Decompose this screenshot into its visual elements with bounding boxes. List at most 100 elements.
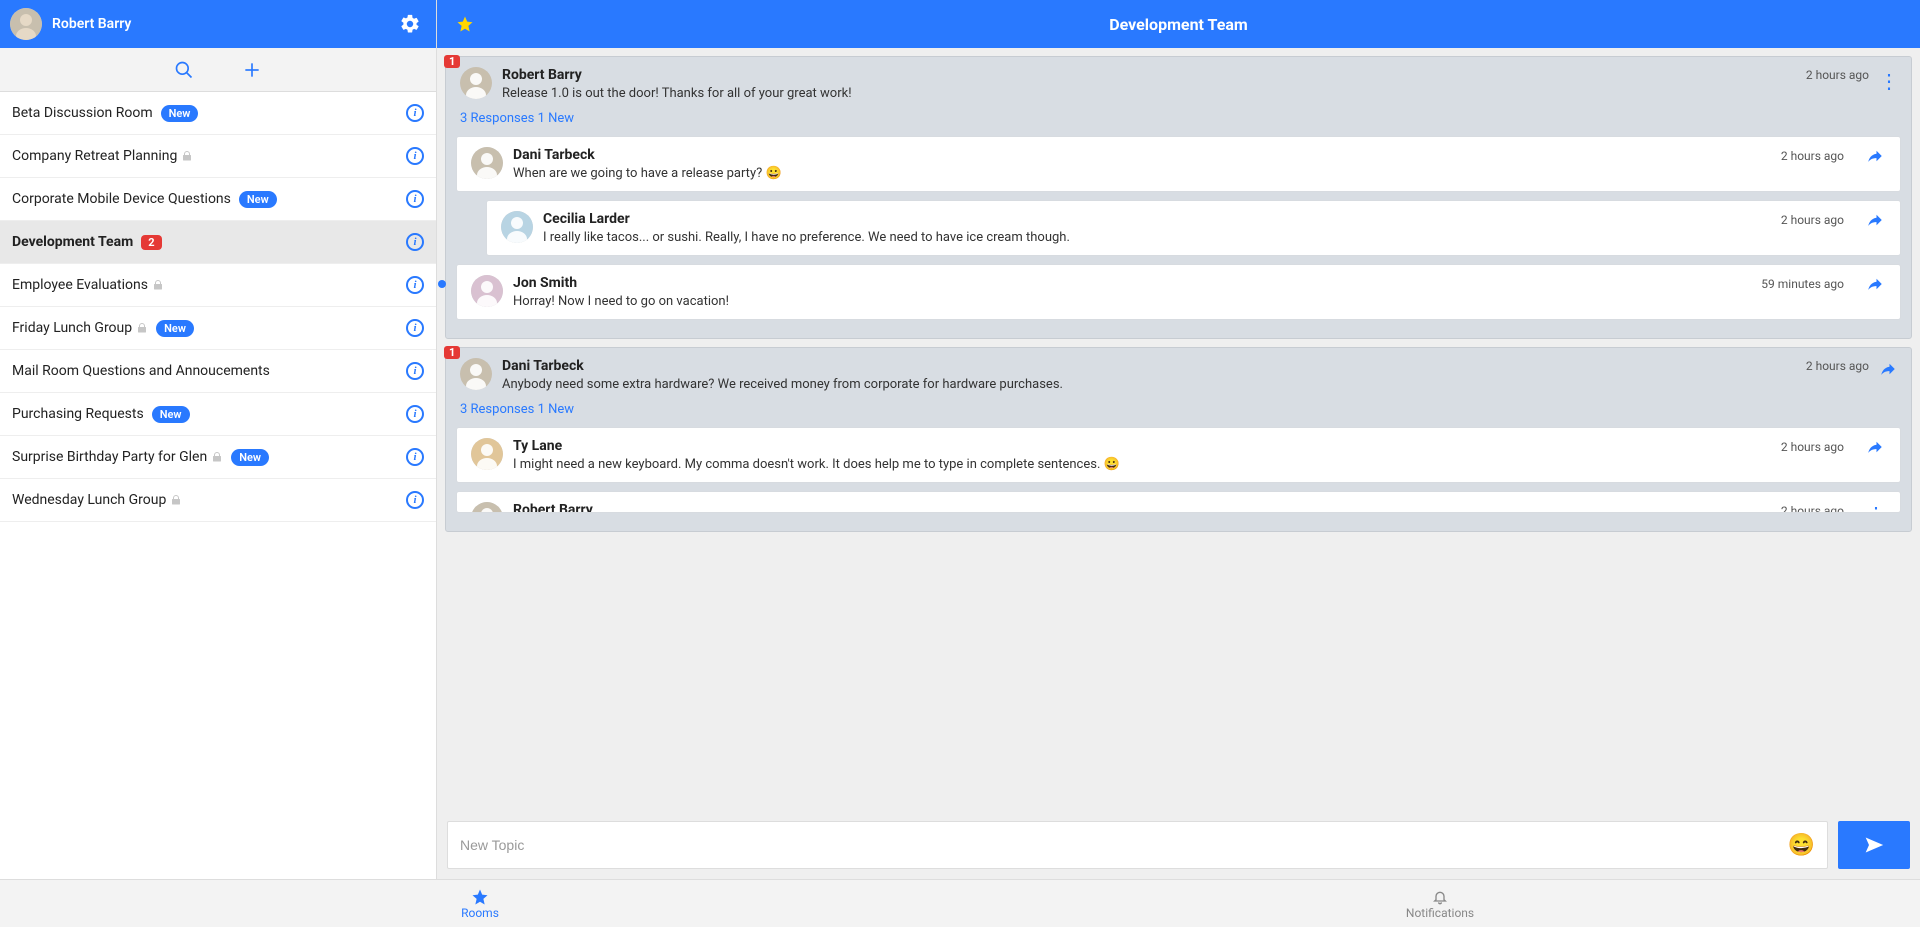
bottom-nav: Rooms Notifications bbox=[0, 879, 1920, 927]
room-list: Beta Discussion RoomNewiCompany Retreat … bbox=[0, 92, 436, 879]
author-name: Robert Barry bbox=[502, 67, 582, 83]
unread-count-badge: 2 bbox=[141, 235, 161, 250]
info-icon[interactable]: i bbox=[406, 276, 424, 294]
room-item[interactable]: Company Retreat Planningi bbox=[0, 135, 436, 178]
new-badge: New bbox=[231, 449, 269, 466]
compose-bar: 😄 bbox=[437, 811, 1920, 879]
room-item[interactable]: Beta Discussion RoomNewi bbox=[0, 92, 436, 135]
user-avatar[interactable] bbox=[10, 8, 42, 40]
sidebar-header: Robert Barry bbox=[0, 0, 436, 48]
room-name: Purchasing Requests bbox=[12, 406, 144, 422]
reply: Ty Lane I might need a new keyboard. My c… bbox=[456, 427, 1901, 483]
new-badge: New bbox=[156, 320, 194, 337]
topic: 1Dani Tarbeck2 hours agoAnybody need som… bbox=[445, 347, 1912, 532]
bell-icon bbox=[1432, 888, 1448, 906]
reply-text: Horray! Now I need to go on vacation! bbox=[513, 294, 1886, 309]
reply-author: Cecilia Larder bbox=[543, 211, 1886, 227]
topic-timestamp: 2 hours ago bbox=[1806, 68, 1869, 82]
reply-timestamp: 2 hours ago bbox=[1781, 149, 1844, 163]
user-name: Robert Barry bbox=[52, 16, 131, 32]
room-title: Development Team bbox=[1109, 15, 1248, 34]
reply-author: Ty Lane bbox=[513, 438, 1886, 454]
room-item[interactable]: Development Team 2 i bbox=[0, 221, 436, 264]
room-item[interactable]: Mail Room Questions and Annoucements i bbox=[0, 350, 436, 393]
info-icon[interactable]: i bbox=[406, 147, 424, 165]
reply-avatar bbox=[501, 211, 533, 243]
author-avatar bbox=[460, 358, 492, 390]
reply: Robert Barry2 hours ago⋮ bbox=[456, 491, 1901, 513]
favorite-star-icon[interactable] bbox=[449, 8, 481, 40]
author-name: Dani Tarbeck bbox=[502, 358, 584, 374]
reply-timestamp: 2 hours ago bbox=[1781, 440, 1844, 454]
room-item[interactable]: Surprise Birthday Party for Glen New i bbox=[0, 436, 436, 479]
reply-author: Jon Smith bbox=[513, 275, 1886, 291]
responses-link[interactable]: 3 Responses 1 New bbox=[446, 105, 1911, 136]
reply-text: I might need a new keyboard. My comma do… bbox=[513, 457, 1886, 472]
room-item[interactable]: Friday Lunch Group New i bbox=[0, 307, 436, 350]
room-name: Friday Lunch Group bbox=[12, 320, 132, 336]
nav-rooms[interactable]: Rooms bbox=[0, 880, 960, 927]
info-icon[interactable]: i bbox=[406, 405, 424, 423]
reply-icon[interactable] bbox=[1864, 211, 1886, 229]
new-topic-input[interactable] bbox=[460, 837, 1778, 853]
room-item[interactable]: Corporate Mobile Device QuestionsNewi bbox=[0, 178, 436, 221]
info-icon[interactable]: i bbox=[406, 491, 424, 509]
info-icon[interactable]: i bbox=[406, 362, 424, 380]
topic-list: 1 ⋮ Robert Barry 2 hours ago Release 1.0 is … bbox=[437, 48, 1920, 811]
room-name: Development Team bbox=[12, 234, 133, 250]
sidebar-toolbar bbox=[0, 48, 436, 92]
reply: Dani TarbeckWhen are we going to have a … bbox=[456, 136, 1901, 192]
info-icon[interactable]: i bbox=[406, 104, 424, 122]
info-icon[interactable]: i bbox=[406, 319, 424, 337]
room-name: Surprise Birthday Party for Glen bbox=[12, 449, 207, 465]
reply-text: I really like tacos... or sushi. Really,… bbox=[543, 230, 1886, 245]
responses-link[interactable]: 3 Responses 1 New bbox=[446, 396, 1911, 427]
more-menu-icon[interactable]: ⋮ bbox=[1879, 69, 1899, 93]
chat-header: Development Team bbox=[437, 0, 1920, 48]
search-icon[interactable] bbox=[168, 54, 200, 86]
lock-icon bbox=[211, 451, 223, 463]
reply-avatar bbox=[471, 438, 503, 470]
room-item[interactable]: Wednesday Lunch Group i bbox=[0, 479, 436, 522]
reply-icon[interactable] bbox=[1877, 360, 1899, 378]
reply-timestamp: 2 hours ago bbox=[1781, 504, 1844, 513]
lock-icon bbox=[152, 279, 164, 291]
room-name: Mail Room Questions and Annoucements bbox=[12, 363, 270, 379]
room-name: Beta Discussion Room bbox=[12, 105, 153, 121]
topic-unread-badge: 1 bbox=[444, 55, 460, 68]
compose-input-wrapper: 😄 bbox=[447, 821, 1828, 869]
nav-rooms-label: Rooms bbox=[461, 906, 499, 920]
topic-timestamp: 2 hours ago bbox=[1806, 359, 1869, 373]
chat-pane: Development Team 1 ⋮ Robert Barry 2 hours a… bbox=[437, 0, 1920, 879]
room-item[interactable]: Employee Evaluations i bbox=[0, 264, 436, 307]
reply: Jon Smith Horray! Now I need to go on vac… bbox=[456, 264, 1901, 320]
topic: 1 ⋮ Robert Barry 2 hours ago Release 1.0 is … bbox=[445, 56, 1912, 339]
room-name: Corporate Mobile Device Questions bbox=[12, 191, 231, 207]
sidebar: Robert Barry Beta Discussion RoomNewiCom… bbox=[0, 0, 437, 879]
info-icon[interactable]: i bbox=[406, 233, 424, 251]
reply-icon[interactable] bbox=[1864, 438, 1886, 456]
reply-icon[interactable] bbox=[1864, 275, 1886, 293]
reply-timestamp: 59 minutes ago bbox=[1761, 277, 1844, 291]
nav-notifications-label: Notifications bbox=[1406, 906, 1474, 920]
reply-author: Dani Tarbeck bbox=[513, 147, 1886, 163]
author-avatar bbox=[460, 67, 492, 99]
new-badge: New bbox=[152, 406, 190, 423]
add-room-icon[interactable] bbox=[236, 54, 268, 86]
info-icon[interactable]: i bbox=[406, 190, 424, 208]
lock-icon bbox=[170, 494, 182, 506]
room-name: Employee Evaluations bbox=[12, 277, 148, 293]
lock-icon bbox=[181, 150, 193, 162]
topic-text: Release 1.0 is out the door! Thanks for … bbox=[502, 86, 1897, 101]
unread-dot bbox=[438, 280, 446, 288]
info-icon[interactable]: i bbox=[406, 448, 424, 466]
nav-notifications[interactable]: Notifications bbox=[960, 880, 1920, 927]
reply-icon[interactable]: ⋮ bbox=[1866, 502, 1886, 513]
room-item[interactable]: Purchasing Requests New i bbox=[0, 393, 436, 436]
emoji-picker-icon[interactable]: 😄 bbox=[1788, 833, 1815, 858]
reply-icon[interactable] bbox=[1864, 147, 1886, 165]
settings-icon[interactable] bbox=[394, 8, 426, 40]
send-button[interactable] bbox=[1838, 821, 1910, 869]
room-name: Wednesday Lunch Group bbox=[12, 492, 166, 508]
reply-avatar bbox=[471, 502, 503, 513]
